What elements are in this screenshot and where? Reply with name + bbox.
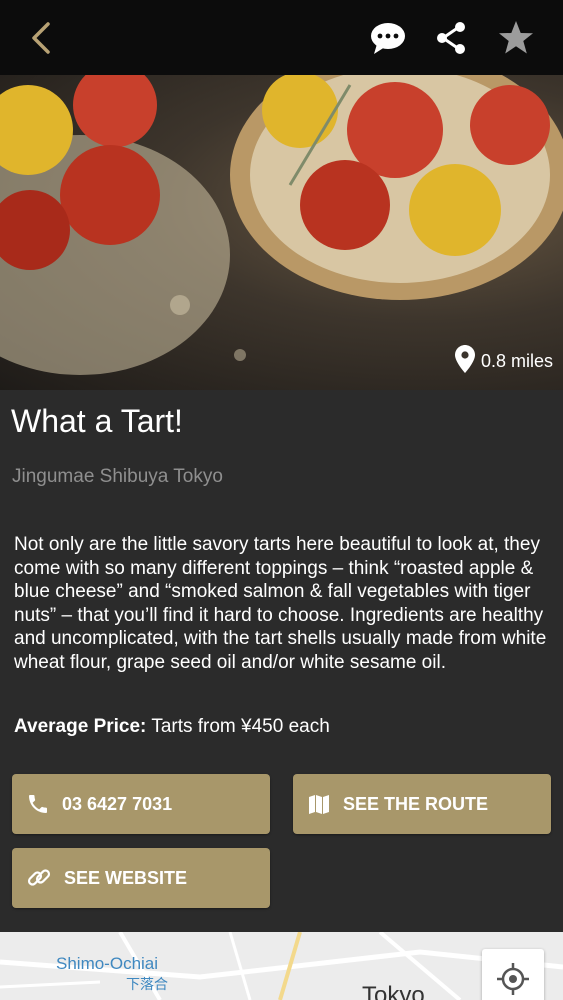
crosshair-icon	[497, 963, 529, 995]
phone-icon	[29, 795, 47, 813]
back-chevron-icon[interactable]	[22, 18, 62, 63]
see-route-button[interactable]: SEE THE ROUTE	[293, 774, 551, 834]
map-label-shimo-ochiai: Shimo-Ochiai	[56, 954, 159, 973]
map-label-shimo-ochiai-jp: 下落合	[126, 976, 168, 992]
average-price: Average Price: Tarts from ¥450 each	[14, 716, 330, 738]
place-description: Not only are the little savory tarts her…	[14, 534, 547, 673]
map-view[interactable]: Shimo-Ochiai 下落合 Tokyo	[0, 932, 563, 1000]
tart-photo-illustration	[0, 75, 563, 375]
see-website-button[interactable]: SEE WEBSITE	[12, 848, 270, 908]
distance-badge: 0.8 miles	[454, 345, 553, 378]
call-phone-button[interactable]: 03 6427 7031	[12, 774, 270, 834]
star-icon[interactable]	[496, 18, 536, 63]
link-icon	[27, 869, 51, 886]
distance-text: 0.8 miles	[480, 351, 553, 371]
chat-icon[interactable]	[368, 18, 408, 63]
location-pin-icon	[454, 345, 475, 378]
place-title: What a Tart!	[11, 403, 183, 439]
average-price-value: Tarts from ¥450 each	[151, 716, 330, 737]
map-label-tokyo: Tokyo	[362, 982, 425, 1000]
phone-number: 03 6427 7031	[62, 793, 173, 814]
see-route-label: SEE THE ROUTE	[343, 793, 489, 814]
top-app-bar	[0, 0, 563, 75]
hero-photo: 0.8 miles	[0, 75, 563, 390]
map-icon	[309, 795, 329, 814]
average-price-label: Average Price:	[14, 716, 147, 737]
my-location-button[interactable]	[482, 949, 544, 1000]
share-icon[interactable]	[432, 18, 472, 63]
see-website-label: SEE WEBSITE	[64, 867, 188, 888]
place-address: Jingumae Shibuya Tokyo	[12, 466, 223, 487]
